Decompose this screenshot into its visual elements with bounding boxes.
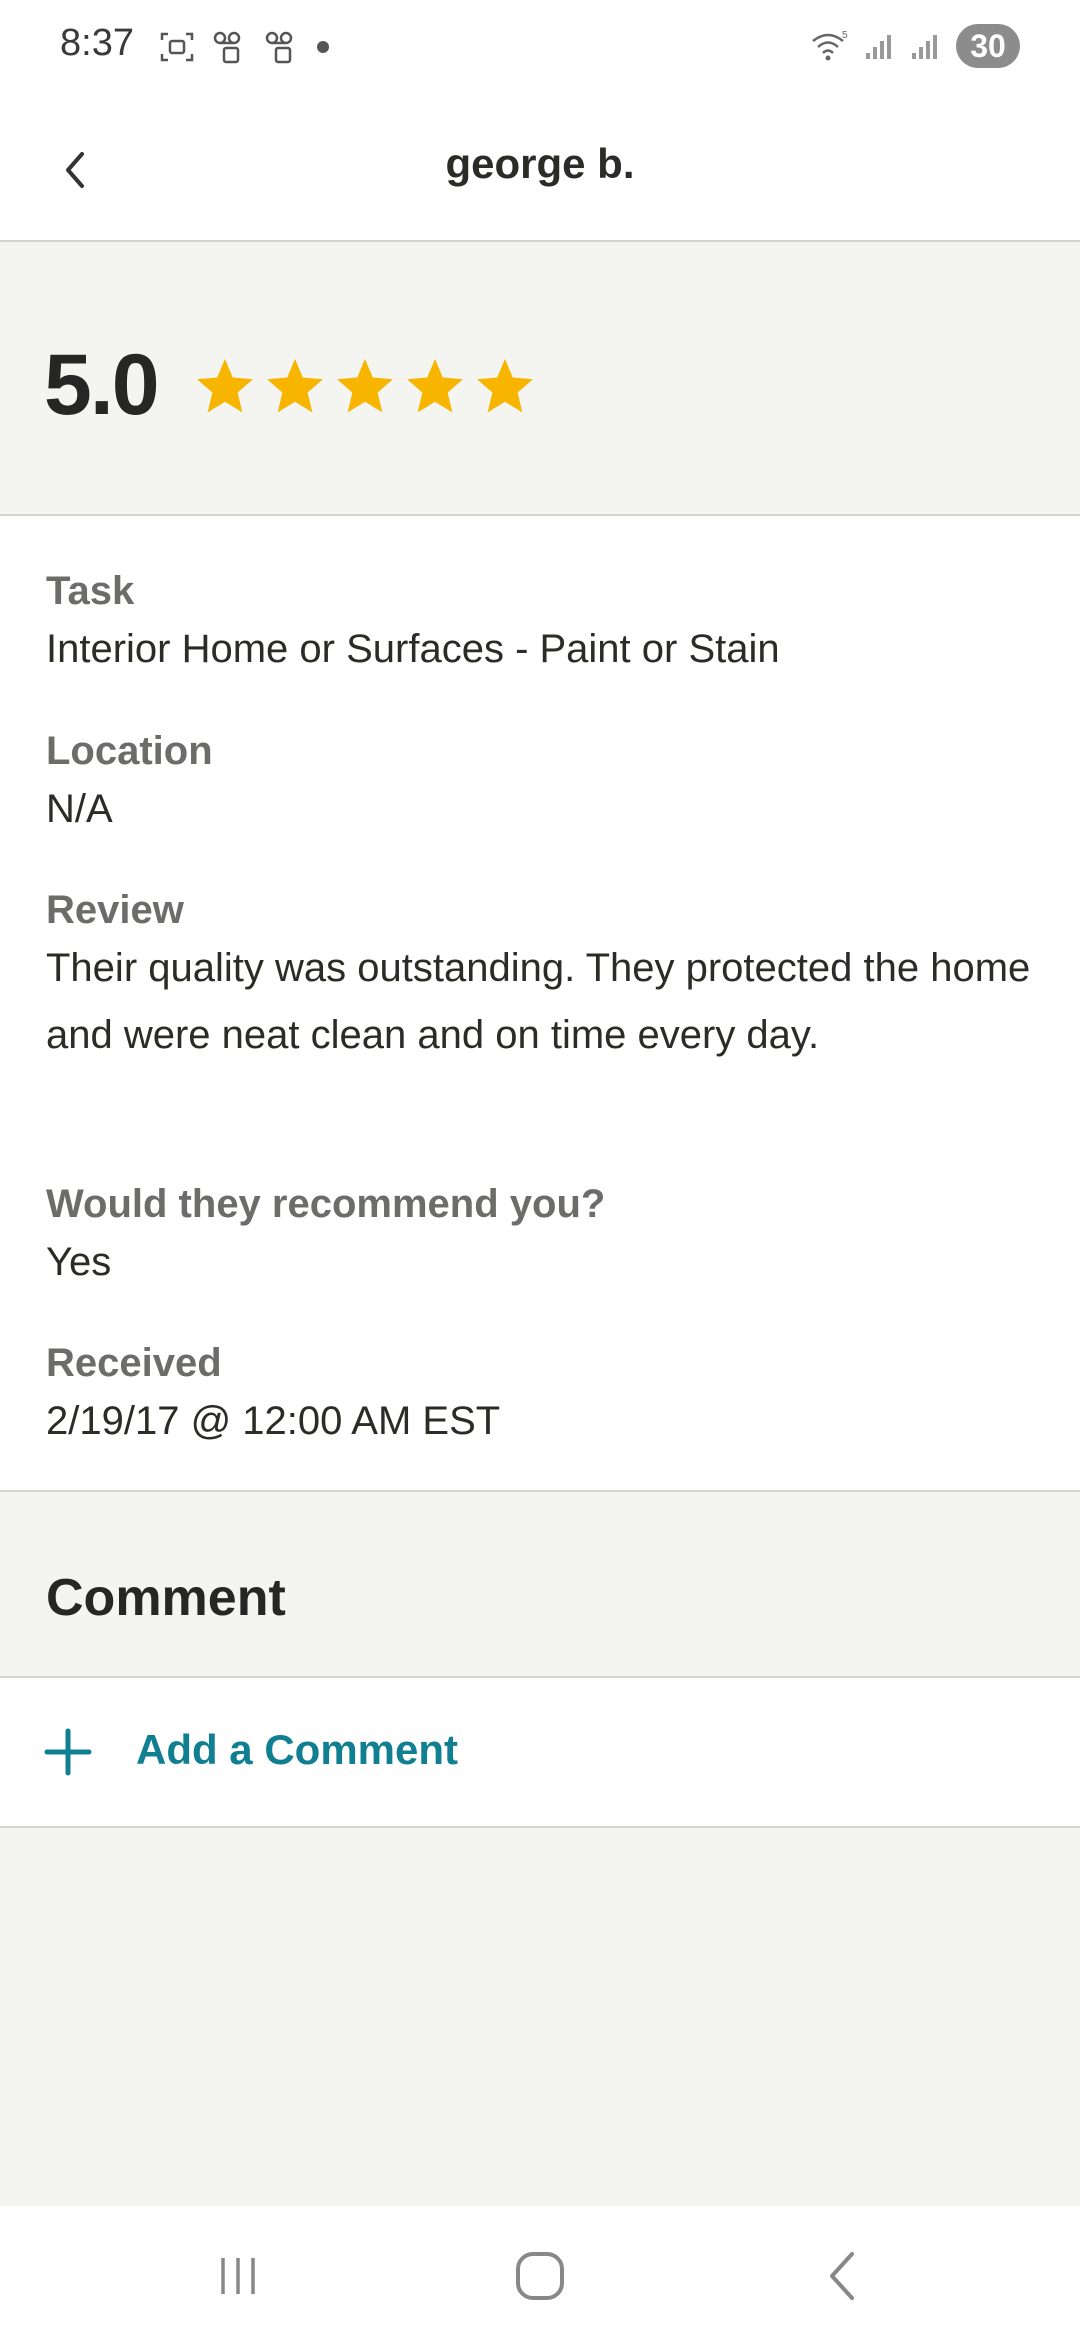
- recommend-label: Would they recommend you?: [46, 1182, 606, 1226]
- review-text: Their quality was outstanding. They prot…: [46, 946, 1031, 1057]
- location-label: Location: [46, 729, 213, 773]
- home-button[interactable]: [480, 2236, 600, 2316]
- wifi-icon: 5: [812, 30, 848, 61]
- recent-apps-icon: [221, 2258, 255, 2294]
- received-field: Received 2/19/17 @ 12:00 AM EST: [46, 1338, 1036, 1455]
- header: george b.: [0, 100, 1080, 242]
- system-nav-bar: [0, 2206, 1080, 2340]
- voicemail-icon: [265, 31, 293, 64]
- received-label: Received: [46, 1341, 222, 1385]
- status-bar: 8:37 5 30: [0, 0, 1080, 100]
- recommend-value: Yes: [46, 1240, 112, 1284]
- star-icon: [337, 358, 393, 413]
- star-icon: [197, 358, 253, 413]
- add-comment-label: Add a Comment: [136, 1726, 459, 1773]
- location-value: N/A: [46, 787, 113, 831]
- review-details: Task Interior Home or Surfaces - Paint o…: [0, 516, 1080, 1492]
- task-value: Interior Home or Surfaces - Paint or Sta…: [46, 627, 780, 671]
- task-label: Task: [46, 569, 135, 613]
- review-field: Review Their quality was outstanding. Th…: [46, 885, 1036, 1069]
- battery-icon: 30: [956, 24, 1020, 68]
- location-field: Location N/A: [46, 726, 1036, 843]
- rating-value: 5.0: [44, 337, 160, 433]
- home-icon: [516, 2252, 564, 2300]
- star-icon: [267, 358, 323, 413]
- notification-dot-icon: [317, 41, 329, 53]
- star-icon: [477, 358, 533, 413]
- add-comment-button[interactable]: Add a Comment: [0, 1678, 1080, 1828]
- recent-apps-button[interactable]: [178, 2236, 298, 2316]
- star-rating: [194, 356, 536, 416]
- rating-section: 5.0: [0, 242, 1080, 516]
- comment-section: Comment: [0, 1492, 1080, 1678]
- screenshot-icon: [160, 32, 194, 62]
- recommend-field: Would they recommend you? Yes: [46, 1179, 1036, 1296]
- signal-icon: [866, 35, 891, 59]
- battery-level: 30: [970, 27, 1006, 64]
- received-value: 2/19/17 @ 12:00 AM EST: [46, 1399, 501, 1443]
- back-icon: [830, 2252, 854, 2300]
- task-field: Task Interior Home or Surfaces - Paint o…: [46, 566, 1036, 683]
- status-icons-right: 5 30: [810, 24, 1020, 68]
- review-label: Review: [46, 888, 184, 932]
- voicemail-icon: [213, 31, 241, 64]
- system-back-button[interactable]: [782, 2236, 902, 2316]
- svg-text:5: 5: [842, 30, 848, 41]
- signal-icon: [912, 35, 937, 59]
- empty-area: [0, 1828, 1080, 2206]
- page-title: george b.: [445, 140, 635, 187]
- status-icons-left: [160, 30, 330, 64]
- status-time: 8:37: [60, 22, 134, 64]
- star-icon: [407, 358, 463, 413]
- plus-icon: [44, 1728, 92, 1776]
- comment-title: Comment: [46, 1569, 286, 1627]
